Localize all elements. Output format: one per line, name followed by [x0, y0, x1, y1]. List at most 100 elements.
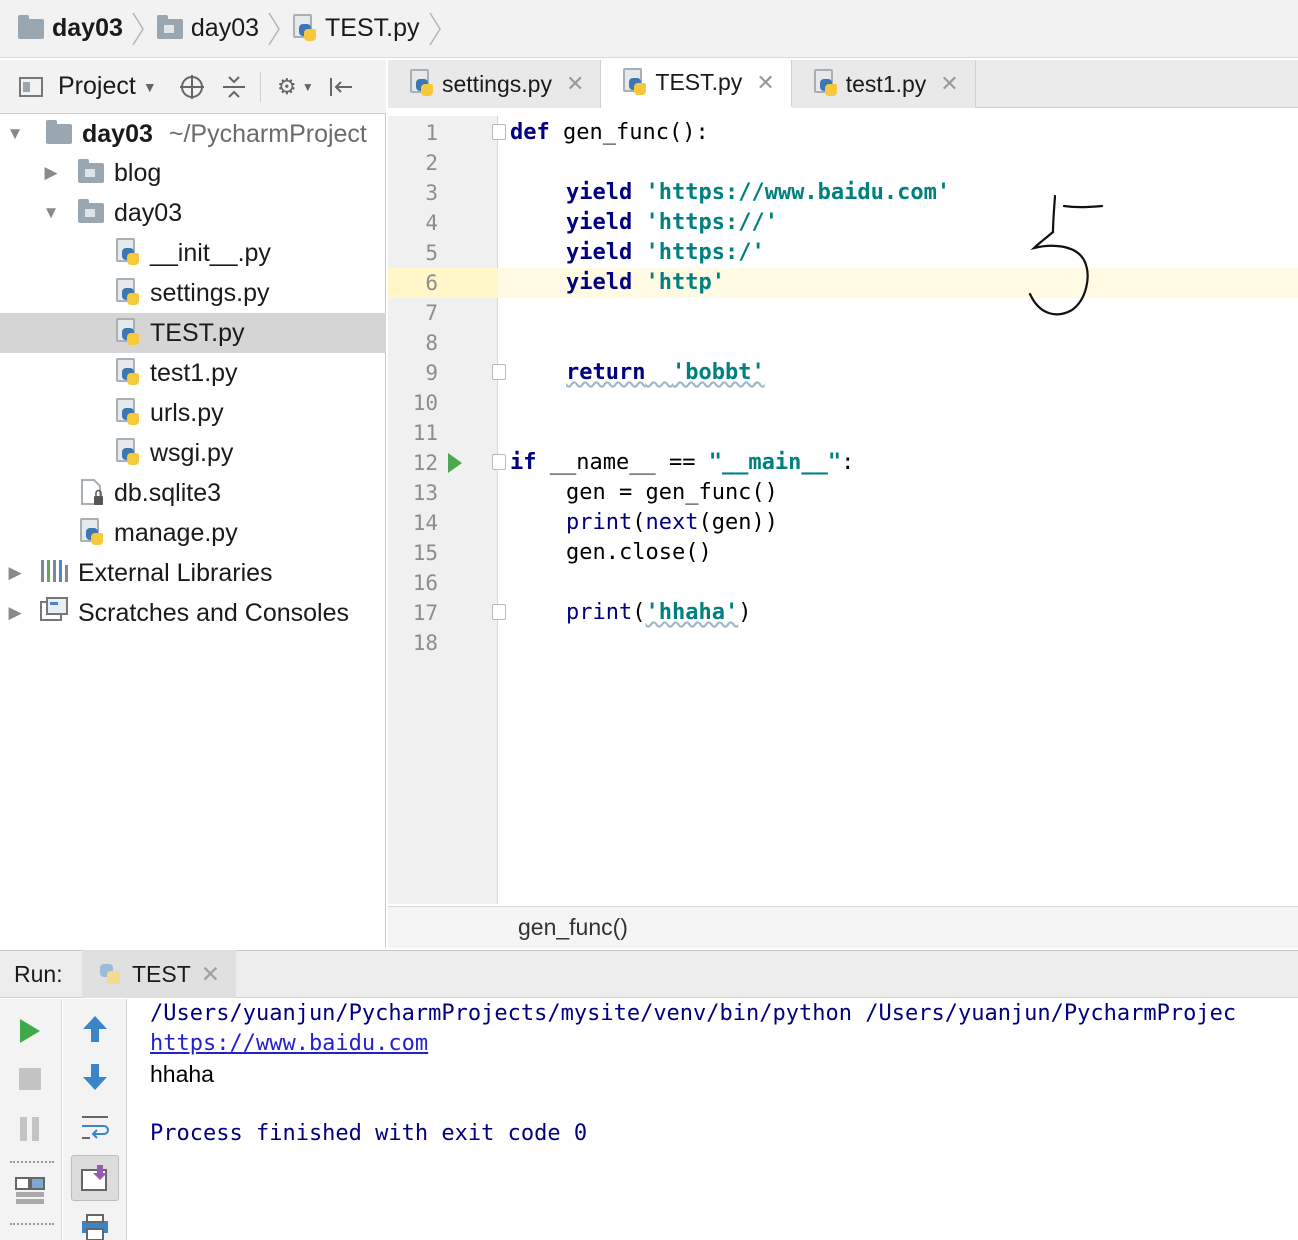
- folder-icon: [46, 120, 72, 144]
- project-view-dropdown[interactable]: Project: [58, 72, 136, 101]
- breadcrumb-item-file[interactable]: TEST.py: [293, 13, 420, 44]
- gear-icon[interactable]: ⚙: [273, 73, 301, 101]
- line-number: 3: [425, 181, 438, 205]
- tree-item-file-selected[interactable]: TEST.py: [0, 313, 386, 353]
- tree-item-label: urls.py: [150, 398, 224, 427]
- tree-item-external-libraries[interactable]: ▶ External Libraries: [0, 553, 386, 593]
- run-console[interactable]: /Users/yuanjun/PycharmProjects/mysite/ve…: [128, 999, 1298, 1240]
- folder-icon: [78, 159, 104, 183]
- code-line: 2: [388, 148, 1298, 178]
- chevron-right-icon: [268, 12, 280, 45]
- line-number: 7: [425, 301, 438, 325]
- tree-item-file[interactable]: test1.py: [0, 353, 386, 393]
- chevron-right-icon[interactable]: ▶: [42, 163, 60, 182]
- fold-end-icon[interactable]: [492, 364, 506, 380]
- console-output-link[interactable]: https://www.baidu.com: [150, 1029, 428, 1059]
- breadcrumb-item-folder[interactable]: day03: [156, 14, 259, 43]
- tree-item-file[interactable]: wsgi.py: [0, 433, 386, 473]
- chevron-down-icon[interactable]: ▼: [301, 73, 315, 101]
- tree-item-db[interactable]: db.sqlite3: [0, 473, 386, 513]
- arrow-down-icon[interactable]: [77, 1059, 113, 1095]
- code-token: yield: [566, 240, 633, 265]
- run-gutter-icon[interactable]: [448, 453, 462, 473]
- tree-item-label: __init__.py: [150, 238, 271, 267]
- code-editor[interactable]: 1 def gen_func(): 2 3 yield 'https://www…: [388, 116, 1298, 904]
- tab-label: settings.py: [442, 70, 552, 97]
- line-number: 1: [425, 121, 438, 145]
- chevron-right-icon[interactable]: ▶: [6, 603, 24, 622]
- tab-test-py[interactable]: TEST.py ✕: [601, 60, 792, 108]
- run-tab-test[interactable]: TEST ✕: [82, 950, 237, 998]
- line-number: 17: [412, 601, 438, 625]
- chevron-down-icon[interactable]: ▼: [42, 203, 60, 222]
- close-icon[interactable]: ✕: [201, 961, 220, 988]
- code-token: yield: [566, 270, 633, 295]
- python-file-icon: [116, 278, 140, 308]
- tree-item-label: db.sqlite3: [114, 478, 222, 507]
- close-icon[interactable]: ✕: [940, 71, 958, 97]
- chevron-down-icon[interactable]: ▼: [136, 73, 164, 101]
- breadcrumb-item-project[interactable]: day03: [18, 14, 123, 43]
- tree-item-blog[interactable]: ▶ blog: [0, 153, 386, 193]
- run-toolbar-secondary: [63, 999, 127, 1240]
- pause-icon[interactable]: [12, 1111, 48, 1147]
- code-token: 'https://': [645, 210, 778, 235]
- tree-item-scratches[interactable]: ▶ Scratches and Consoles: [0, 593, 386, 633]
- chevron-right-icon: [428, 12, 441, 45]
- code-line: 15 gen.close(): [388, 538, 1298, 568]
- run-toolbar-primary: [0, 999, 62, 1240]
- fold-icon[interactable]: [492, 454, 506, 470]
- code-line: 1 def gen_func():: [388, 118, 1298, 148]
- tab-test1-py[interactable]: test1.py ✕: [791, 60, 976, 108]
- close-icon[interactable]: ✕: [756, 70, 774, 96]
- close-icon[interactable]: ✕: [566, 71, 584, 97]
- tree-item-file[interactable]: __init__.py: [0, 233, 386, 273]
- python-file-icon: [80, 518, 104, 548]
- code-line: 4 yield 'https://': [388, 208, 1298, 238]
- tree-item-label: wsgi.py: [150, 438, 234, 467]
- stop-icon[interactable]: [12, 1061, 48, 1097]
- chevron-down-icon[interactable]: ▼: [6, 124, 24, 143]
- tab-settings-py[interactable]: settings.py ✕: [388, 60, 602, 108]
- python-file-icon: [116, 398, 140, 428]
- structure-crumb-label[interactable]: gen_func(): [518, 914, 628, 941]
- code-token: (gen)): [698, 510, 778, 535]
- scroll-to-end-icon[interactable]: [71, 1155, 119, 1201]
- python-file-icon: [813, 69, 838, 99]
- line-number: 9: [425, 361, 438, 385]
- tree-item-file[interactable]: urls.py: [0, 393, 386, 433]
- tree-item-day03[interactable]: ▼ day03: [0, 193, 386, 233]
- code-token: (: [632, 600, 646, 625]
- code-token: gen_func():: [549, 120, 709, 145]
- handwritten-annotation: [1028, 194, 1104, 316]
- code-line: 13 gen = gen_func(): [388, 478, 1298, 508]
- line-number: 4: [425, 211, 438, 235]
- locate-file-icon[interactable]: [178, 73, 206, 101]
- rerun-icon[interactable]: [12, 1013, 48, 1049]
- soft-wrap-icon[interactable]: [77, 1109, 113, 1145]
- breadcrumb-label: day03: [52, 14, 123, 42]
- print-icon[interactable]: [77, 1209, 113, 1240]
- line-number: 13: [412, 481, 438, 505]
- line-number: 15: [412, 541, 438, 565]
- project-view-icon: [18, 73, 46, 101]
- code-token: def: [510, 120, 550, 145]
- tree-item-manage[interactable]: manage.py: [0, 513, 386, 553]
- hide-panel-icon[interactable]: [327, 73, 355, 101]
- fold-icon[interactable]: [492, 124, 506, 140]
- tree-item-file[interactable]: settings.py: [0, 273, 386, 313]
- editor-structure-breadcrumb[interactable]: gen_func(): [388, 906, 1298, 948]
- fold-end-icon[interactable]: [492, 604, 506, 620]
- tree-item-label: day03: [114, 198, 183, 227]
- layout-icon[interactable]: [12, 1173, 48, 1209]
- folder-icon: [18, 14, 44, 39]
- run-panel-label: Run:: [14, 960, 63, 987]
- code-line: 11: [388, 418, 1298, 448]
- collapse-all-icon[interactable]: [220, 73, 248, 101]
- tree-item-root[interactable]: ▼ day03 ~/PycharmProject: [0, 114, 386, 154]
- code-token: __name__ ==: [536, 450, 709, 475]
- console-exit-message: Process finished with exit code 0: [150, 1121, 588, 1146]
- chevron-right-icon[interactable]: ▶: [6, 563, 24, 582]
- arrow-up-icon[interactable]: [77, 1011, 113, 1047]
- tree-item-label: blog: [114, 158, 162, 187]
